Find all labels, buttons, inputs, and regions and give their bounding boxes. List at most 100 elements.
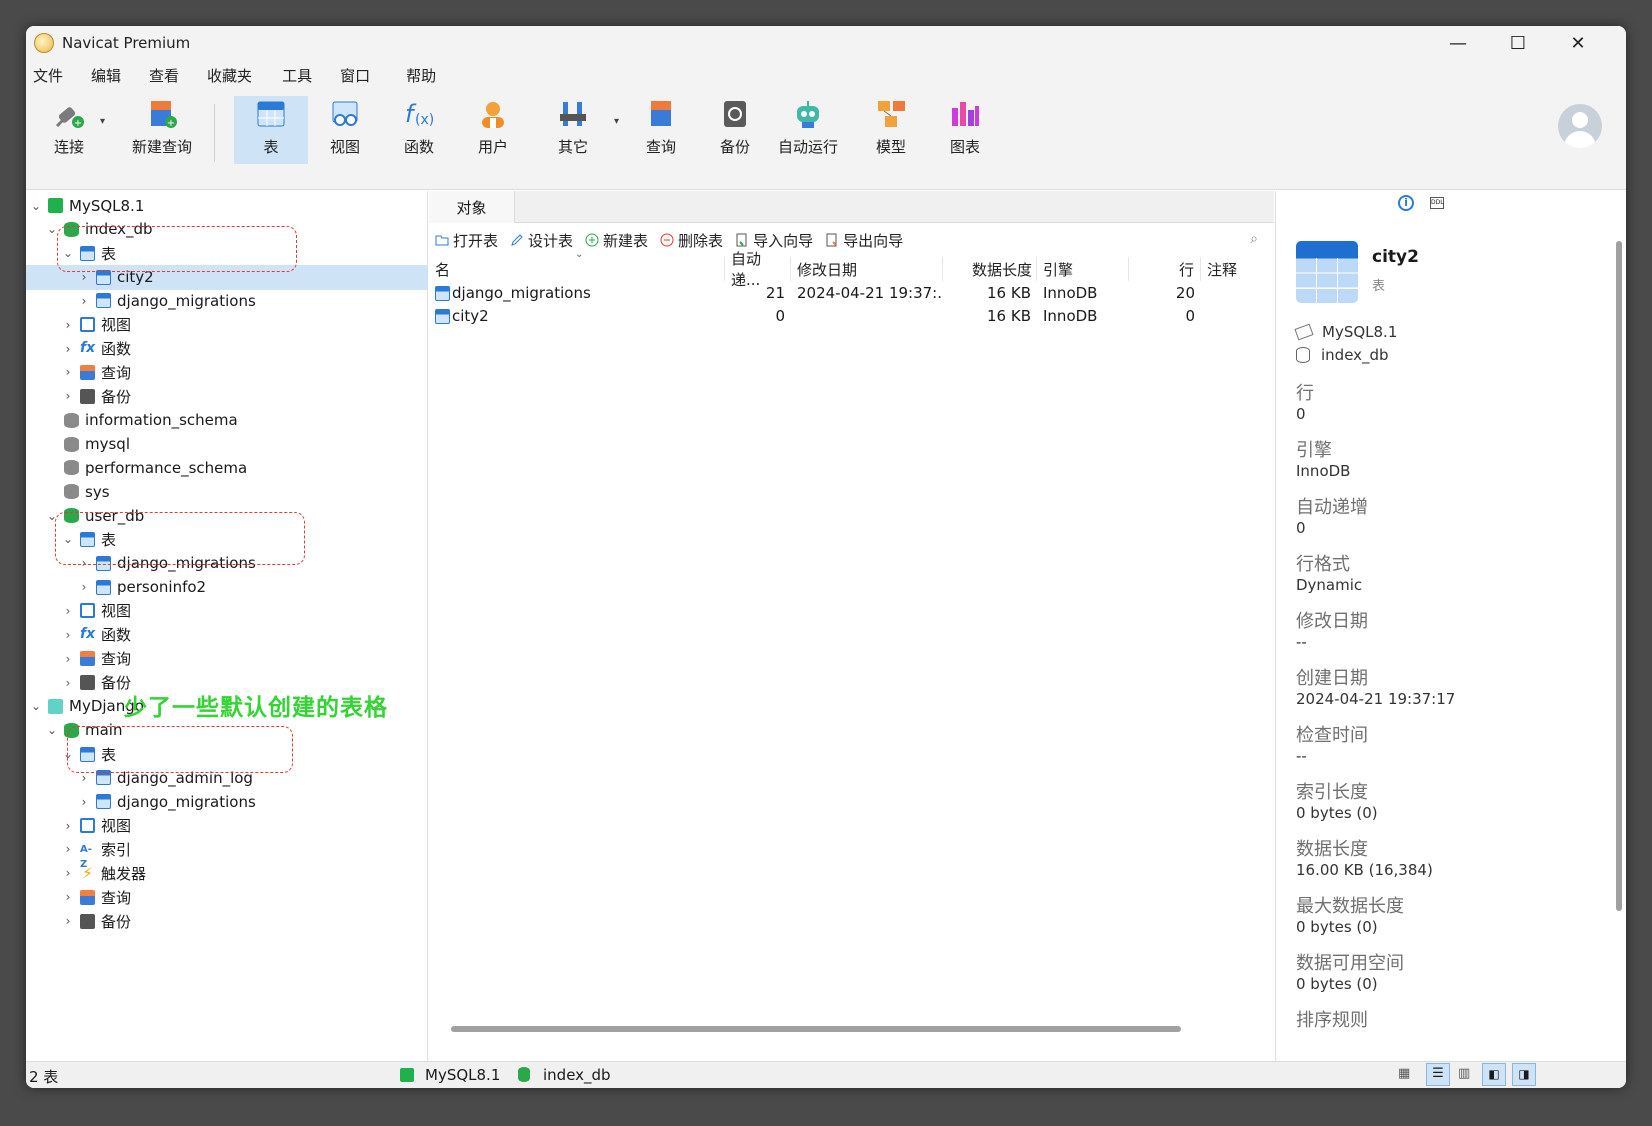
tree-node[interactable]: ⌄ MySQL8.1 <box>26 193 428 218</box>
menu-tools[interactable]: 工具 <box>282 65 312 86</box>
other-label: 其它 <box>557 138 588 156</box>
tree-node[interactable]: › 视图 <box>26 813 428 838</box>
user-avatar-icon[interactable] <box>1558 104 1602 148</box>
chevron-right-icon[interactable]: › <box>62 819 74 833</box>
connect-button[interactable]: + 连接 <box>32 96 106 164</box>
query-icon <box>80 651 95 667</box>
chevron-down-icon[interactable]: ⌄ <box>46 723 58 737</box>
table-button[interactable]: 表 <box>234 96 308 164</box>
tree-node[interactable]: information_schema <box>26 408 428 433</box>
chevron-right-icon[interactable]: › <box>62 604 74 618</box>
vertical-scrollbar[interactable] <box>1616 241 1622 911</box>
tree-node[interactable]: › 查询 <box>26 885 428 910</box>
chevron-right-icon[interactable]: › <box>62 652 74 666</box>
ddl-icon[interactable]: DDL <box>1430 197 1444 209</box>
tree-node[interactable]: › django_migrations <box>26 789 428 814</box>
tree-node[interactable]: › 视图 <box>26 312 428 337</box>
table-row[interactable]: city2 0 16 KB InnoDB 0 <box>429 304 1274 328</box>
col-data-length[interactable]: 数据长度 <box>943 257 1037 281</box>
function-button[interactable]: f (x) 函数 <box>382 96 456 164</box>
auto-run-button[interactable]: 自动运行 <box>762 96 854 164</box>
export-wizard-button[interactable]: 导出向导 <box>825 230 903 251</box>
chart-button[interactable]: 图表 <box>928 96 1002 164</box>
chevron-right-icon[interactable]: › <box>62 914 74 928</box>
backup-button[interactable]: 备份 <box>698 96 772 164</box>
minimize-button[interactable]: — <box>1428 26 1488 60</box>
right-pane-toggle-icon[interactable]: ◨ <box>1512 1063 1536 1086</box>
tree-node[interactable]: › personinfo2 <box>26 575 428 600</box>
tree-node-label: performance_schema <box>85 458 248 477</box>
menu-favorites[interactable]: 收藏夹 <box>207 65 252 86</box>
prop-label: 引擎 <box>1296 440 1332 461</box>
close-button[interactable]: ✕ <box>1548 26 1608 60</box>
chevron-right-icon[interactable]: › <box>62 342 74 356</box>
info-icon[interactable]: i <box>1398 195 1414 211</box>
tree-node[interactable]: mysql <box>26 432 428 457</box>
menu-edit[interactable]: 编辑 <box>91 65 121 86</box>
tree-node[interactable]: sys <box>26 479 428 504</box>
view-button[interactable]: 视图 <box>308 96 382 164</box>
database-icon <box>1296 347 1310 363</box>
tree-node[interactable]: › 备份 <box>26 384 428 409</box>
detail-view-icon[interactable]: ▥ <box>1458 1066 1470 1081</box>
model-button[interactable]: 模型 <box>854 96 928 164</box>
menu-help[interactable]: 帮助 <box>406 65 436 86</box>
chevron-down-icon[interactable]: ⌄ <box>30 199 42 213</box>
tree-node[interactable]: › 备份 <box>26 909 428 934</box>
chevron-right-icon[interactable]: › <box>62 365 74 379</box>
tab-objects[interactable]: 对象 <box>429 191 515 223</box>
col-modified[interactable]: 修改日期 <box>791 257 943 281</box>
left-pane-toggle-icon[interactable]: ◧ <box>1482 1063 1506 1086</box>
chevron-right-icon[interactable]: › <box>78 294 90 308</box>
query-button[interactable]: 查询 <box>624 96 698 164</box>
menu-view[interactable]: 查看 <box>149 65 179 86</box>
tree-node-label: 查询 <box>101 363 132 382</box>
menu-file[interactable]: 文件 <box>33 65 63 86</box>
grid-view-icon[interactable]: ▦ <box>1398 1066 1410 1081</box>
maximize-button[interactable]: ☐ <box>1488 26 1548 60</box>
col-name[interactable]: 名 <box>429 257 725 281</box>
connect-dropdown-icon[interactable]: ▾ <box>100 116 105 127</box>
menu-window[interactable]: 窗口 <box>340 65 370 86</box>
open-table-button[interactable]: 打开表 <box>435 230 498 251</box>
tree-node[interactable]: › A-Z 索引 <box>26 837 428 870</box>
chevron-right-icon[interactable]: › <box>62 866 74 880</box>
tree-node[interactable]: › fx 函数 <box>26 336 428 361</box>
chevron-right-icon[interactable]: › <box>62 676 74 690</box>
chevron-right-icon[interactable]: › <box>62 628 74 642</box>
col-engine[interactable]: 引擎 <box>1037 257 1129 281</box>
chevron-right-icon[interactable]: › <box>62 318 74 332</box>
new-query-button[interactable]: + 新建查询 <box>110 96 214 164</box>
table-row[interactable]: django_migrations 21 2024-04-21 19:37:... 1… <box>429 281 1274 305</box>
chevron-right-icon[interactable]: › <box>62 842 74 856</box>
chevron-right-icon[interactable]: › <box>62 890 74 904</box>
info-pane: i DDL city2 表 MySQL8.1 index_db 行 0 引擎 Inno… <box>1275 191 1626 1086</box>
chevron-right-icon[interactable]: › <box>62 389 74 403</box>
horizontal-scrollbar[interactable] <box>451 1026 1181 1032</box>
chevron-right-icon[interactable]: › <box>78 795 90 809</box>
tree-node[interactable]: › fx 函数 <box>26 622 428 647</box>
new-table-button[interactable]: 新建表 <box>585 230 648 251</box>
other-button[interactable]: 其它 <box>536 96 610 164</box>
delete-table-button[interactable]: 删除表 <box>660 230 723 251</box>
user-button[interactable]: 用户 <box>456 96 530 164</box>
col-rows[interactable]: 行 <box>1129 257 1201 281</box>
tree-node[interactable]: › ⚡ 触发器 <box>26 861 428 886</box>
database-gray-icon <box>64 460 79 476</box>
col-comment[interactable]: 注释 <box>1201 257 1271 281</box>
table-icon <box>435 308 450 324</box>
other-dropdown-icon[interactable]: ▾ <box>614 116 619 127</box>
search-icon[interactable]: ⌕ <box>1250 231 1258 247</box>
col-auto-increment[interactable]: 自动递... <box>725 250 791 289</box>
tree-node[interactable]: › 视图 <box>26 598 428 623</box>
function-icon: f (x) <box>403 98 435 130</box>
chevron-down-icon[interactable]: ⌄ <box>30 699 42 713</box>
list-view-icon[interactable]: ☰ <box>1426 1063 1450 1086</box>
tree-node[interactable]: › django_migrations <box>26 288 428 313</box>
design-table-button[interactable]: 设计表 <box>510 230 573 251</box>
chevron-right-icon[interactable]: › <box>78 270 90 284</box>
tree-node[interactable]: performance_schema <box>26 455 428 480</box>
tree-node[interactable]: › 查询 <box>26 360 428 385</box>
chevron-right-icon[interactable]: › <box>78 580 90 594</box>
tree-node[interactable]: › 查询 <box>26 646 428 671</box>
